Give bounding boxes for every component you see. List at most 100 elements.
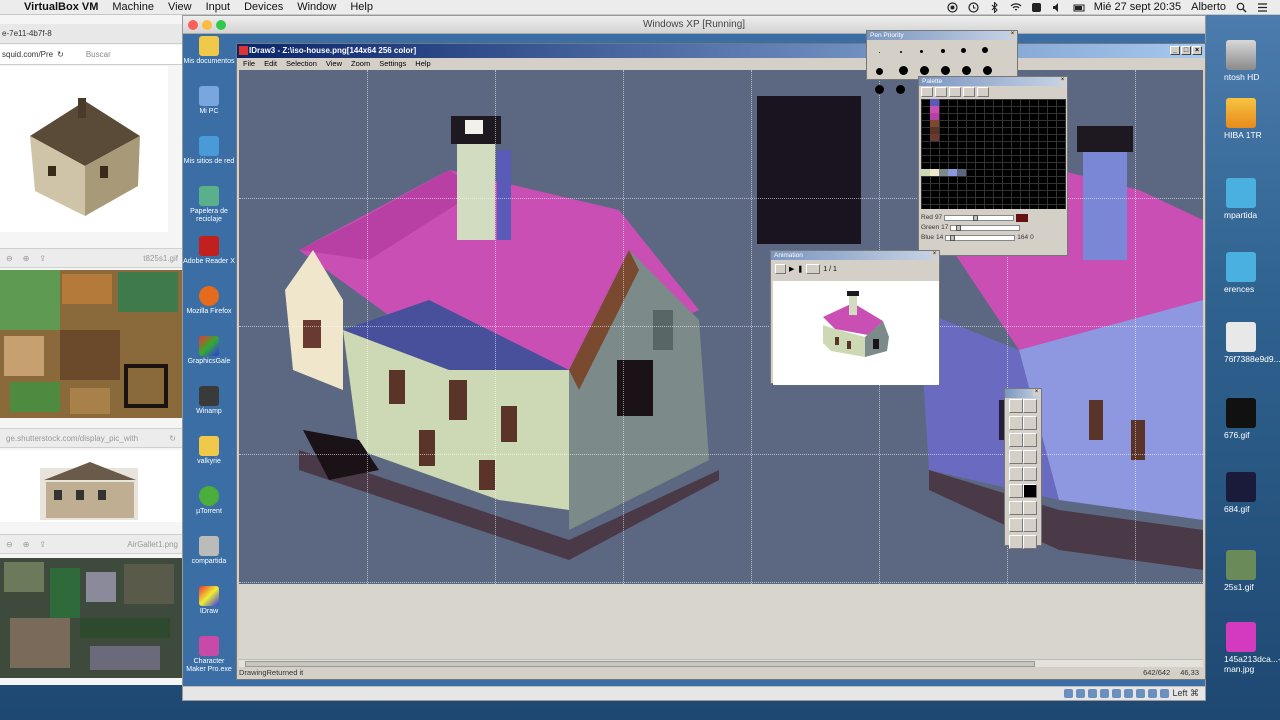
spotlight-icon[interactable] (1236, 2, 1247, 13)
lasso-tool[interactable] (1009, 416, 1023, 430)
hdd-icon[interactable] (1064, 689, 1074, 698)
close-button[interactable] (188, 20, 198, 30)
input-source-icon[interactable] (1031, 2, 1042, 13)
play-icon[interactable]: ▶ (789, 265, 794, 273)
desktop-icon-compartida[interactable]: compartida (183, 536, 235, 566)
optical-drive-icon[interactable] (1076, 689, 1086, 698)
mac-icon-jpg[interactable]: 145a213dca...-man.jpg (1224, 622, 1280, 674)
search-input[interactable]: Buscar (86, 50, 111, 59)
video-capture-icon[interactable] (1148, 689, 1158, 698)
line-tool[interactable] (1023, 433, 1037, 447)
text-tool[interactable] (1009, 535, 1023, 549)
brush-size-option[interactable] (890, 43, 911, 61)
zoom-in-icon[interactable]: ⊕ (23, 254, 30, 263)
desktop-icon-idraw[interactable]: IDraw (183, 586, 235, 616)
close-icon[interactable]: × (1009, 31, 1016, 38)
red-slider[interactable] (944, 214, 1015, 221)
slider-knob[interactable] (956, 224, 962, 231)
desktop-icon-valkyrie[interactable]: valkyrie (183, 436, 235, 466)
zoom-out-icon[interactable]: ⊖ (6, 254, 13, 263)
mac-icon-preferences[interactable]: erences (1224, 252, 1280, 294)
stop-icon[interactable] (775, 264, 786, 274)
desktop-icon-winamp[interactable]: Winamp (183, 386, 235, 416)
pause-icon[interactable]: ❚ (797, 265, 803, 273)
menubar-user[interactable]: Alberto (1191, 1, 1226, 13)
audio-icon[interactable] (1088, 689, 1098, 698)
brush-size-option[interactable] (932, 42, 953, 60)
display-icon[interactable] (1136, 689, 1146, 698)
brush-size-option[interactable] (890, 81, 911, 99)
minimize-icon[interactable]: _ (1170, 46, 1180, 55)
mouse-integration-icon[interactable] (1160, 689, 1170, 698)
brush-size-option[interactable] (869, 44, 890, 62)
house-photo-thumbnail[interactable] (0, 450, 182, 522)
browser-url-bar-2[interactable]: ge.shutterstock.com/display_pic_with ↻ (0, 428, 182, 448)
menu-edit[interactable]: Edit (264, 58, 277, 70)
fill-tool[interactable] (1009, 450, 1023, 464)
desktop-icon-charmaker[interactable]: Character Maker Pro.exe (183, 636, 235, 674)
close-icon[interactable]: × (1033, 389, 1040, 396)
record-icon[interactable] (947, 1, 958, 13)
mac-icon-gif-1[interactable]: 76f7388e9d9...e76aa.gif (1224, 322, 1280, 364)
browser-address-bar[interactable]: squid.com/Pre ↻ Buscar (0, 45, 182, 65)
palette-tool-button[interactable] (949, 87, 961, 97)
horizontal-scrollbar[interactable] (239, 659, 1203, 667)
close-icon[interactable]: × (1059, 77, 1066, 84)
network-icon[interactable] (1100, 689, 1110, 698)
brush-size-option[interactable] (911, 43, 932, 61)
spray-tool[interactable] (1023, 467, 1037, 481)
menu-machine[interactable]: Machine (112, 1, 154, 13)
curve-tool[interactable] (1009, 518, 1023, 532)
zoom-button[interactable] (216, 20, 226, 30)
mac-icon-gif-3[interactable]: 684.gif (1224, 472, 1280, 514)
desktop-icon-recycle[interactable]: Papelera de reciclaje (183, 186, 235, 224)
desktop-icon-graphicsgale[interactable]: GraphicsGale (183, 336, 235, 366)
palette-tool-button[interactable] (963, 87, 975, 97)
menu-zoom[interactable]: Zoom (351, 58, 370, 70)
mac-icon-hd[interactable]: ntosh HD (1224, 40, 1280, 82)
time-machine-icon[interactable] (968, 1, 979, 13)
slider-knob[interactable] (950, 234, 956, 241)
menu-help[interactable]: Help (350, 1, 373, 13)
brush-tool[interactable] (1009, 467, 1023, 481)
menu-view[interactable]: View (168, 1, 192, 13)
mac-icon-gif-4[interactable]: 25s1.gif (1224, 550, 1280, 592)
desktop-icon-network[interactable]: Mis sitios de red (183, 136, 235, 166)
minimize-button[interactable] (202, 20, 212, 30)
select-rect-tool[interactable] (1009, 399, 1023, 413)
zoom-in-icon-2[interactable]: ⊕ (23, 540, 30, 549)
menu-file[interactable]: File (243, 58, 255, 70)
notification-center-icon[interactable] (1257, 2, 1268, 13)
palette-tool-button[interactable] (921, 87, 933, 97)
brush-size-option[interactable] (869, 81, 890, 99)
menu-window[interactable]: Window (297, 1, 336, 13)
desktop-icon-adobe[interactable]: Adobe Reader X (183, 236, 235, 266)
filled-ellipse-tool[interactable] (1023, 501, 1037, 515)
menu-input[interactable]: Input (206, 1, 230, 13)
ellipse-tool[interactable] (1009, 501, 1023, 515)
volume-icon[interactable] (1052, 2, 1063, 13)
menu-help[interactable]: Help (415, 58, 430, 70)
palette-menu-icon[interactable] (977, 87, 989, 97)
hand-tool[interactable] (1023, 518, 1037, 532)
reload-icon-2[interactable]: ↻ (169, 434, 182, 443)
menubar-datetime[interactable]: Mié 27 sept 20:35 (1094, 1, 1181, 13)
reload-icon[interactable]: ↻ (57, 50, 64, 59)
menu-settings[interactable]: Settings (379, 58, 406, 70)
magic-wand-tool[interactable] (1023, 416, 1037, 430)
share-icon-2[interactable]: ⇪ (39, 540, 46, 549)
desktop-icon-firefox[interactable]: Mozilla Firefox (183, 286, 235, 316)
menu-app-name[interactable]: VirtualBox VM (24, 1, 98, 13)
mac-icon-gif-2[interactable]: 676.gif (1224, 398, 1280, 440)
select-ellipse-tool[interactable] (1023, 399, 1037, 413)
close-icon[interactable]: × (1192, 46, 1202, 55)
map-tileset-thumbnail[interactable] (0, 558, 182, 678)
tileset-thumbnail[interactable] (0, 270, 182, 418)
desktop-icon-mypc[interactable]: Mi PC (183, 86, 235, 116)
menu-view[interactable]: View (326, 58, 342, 70)
canvas-empty-area[interactable] (239, 584, 1203, 659)
palette-tool-button[interactable] (935, 87, 947, 97)
rect-tool[interactable] (1009, 484, 1023, 498)
bluetooth-icon[interactable] (989, 0, 1000, 14)
desktop-icon-utorrent[interactable]: µTorrent (183, 486, 235, 516)
